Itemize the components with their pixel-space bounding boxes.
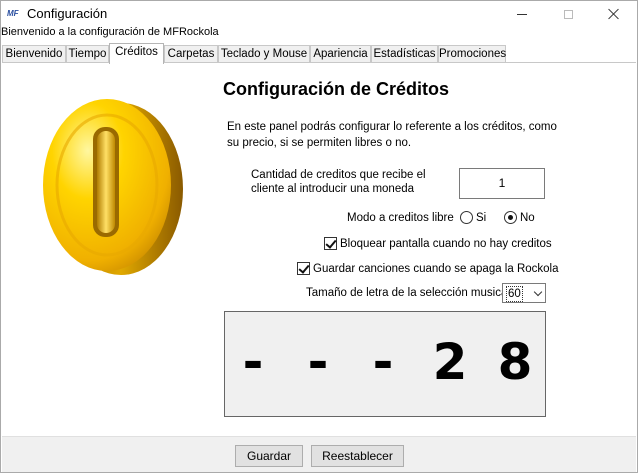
preview-digit: - bbox=[372, 333, 394, 391]
minimize-button[interactable] bbox=[499, 1, 545, 27]
title-bar[interactable]: MF Configuración bbox=[1, 1, 637, 27]
panel-description: En este panel podrás configurar lo refer… bbox=[227, 121, 557, 149]
tab-promociones[interactable]: Promociones bbox=[438, 45, 506, 63]
free-mode-no-label: No bbox=[520, 211, 535, 224]
gold-coin-image bbox=[43, 99, 183, 275]
tab-apariencia[interactable]: Apariencia bbox=[310, 45, 371, 63]
checkbox-checked-icon bbox=[297, 262, 310, 275]
lock-screen-label: Bloquear pantalla cuando no hay creditos bbox=[340, 237, 552, 250]
preview-digit: 8 bbox=[497, 333, 533, 391]
reset-button[interactable]: Reestablecer bbox=[311, 445, 404, 467]
save-songs-checkbox[interactable]: Guardar canciones cuando se apaga la Roc… bbox=[297, 262, 559, 275]
tab-teclado-mouse[interactable]: Teclado y Mouse bbox=[218, 45, 310, 63]
panel-heading: Configuración de Créditos bbox=[223, 79, 450, 99]
chevron-down-icon bbox=[533, 287, 543, 297]
font-size-label: Tamaño de letra de la selección musical bbox=[306, 287, 510, 299]
preview-digit: 2 bbox=[432, 333, 468, 391]
radio-checked-icon bbox=[504, 211, 517, 224]
preview-digit: - bbox=[242, 333, 264, 391]
selection-preview-display: - - - 2 8 bbox=[224, 311, 546, 417]
tab-bienvenido[interactable]: Bienvenido bbox=[2, 45, 66, 63]
app-logo-icon: MF bbox=[7, 9, 19, 18]
credits-per-coin-input[interactable]: 1 bbox=[459, 168, 545, 199]
save-songs-label: Guardar canciones cuando se apaga la Roc… bbox=[313, 262, 559, 275]
tab-estadisticas[interactable]: Estadísticas bbox=[371, 45, 438, 63]
welcome-label: Bienvenido a la configuración de MFRocko… bbox=[1, 26, 219, 38]
maximize-icon bbox=[563, 9, 573, 19]
radio-unchecked-icon bbox=[460, 211, 473, 224]
window-title: Configuración bbox=[27, 6, 108, 21]
save-button[interactable]: Guardar bbox=[235, 445, 303, 467]
tab-tiempo[interactable]: Tiempo bbox=[66, 45, 109, 63]
free-mode-si-radio[interactable]: Si bbox=[460, 211, 486, 224]
maximize-button[interactable] bbox=[545, 1, 591, 27]
tab-strip: Bienvenido Tiempo Créditos Carpetas Tecl… bbox=[1, 43, 637, 64]
font-size-value: 60 bbox=[506, 286, 523, 302]
close-button[interactable] bbox=[591, 1, 637, 27]
preview-digit: - bbox=[307, 333, 329, 391]
tab-creditos[interactable]: Créditos bbox=[109, 43, 164, 64]
lock-screen-checkbox[interactable]: Bloquear pantalla cuando no hay creditos bbox=[324, 237, 552, 250]
credits-per-coin-label: Cantidad de creditos que recibe el clien… bbox=[251, 169, 426, 195]
config-window: MF Configuración Bienvenido a la configu… bbox=[0, 0, 638, 473]
checkbox-checked-icon bbox=[324, 237, 337, 250]
tab-carpetas[interactable]: Carpetas bbox=[164, 45, 218, 63]
font-size-select[interactable]: 60 bbox=[502, 283, 546, 303]
free-mode-label: Modo a creditos libre bbox=[347, 212, 454, 224]
close-icon bbox=[608, 8, 620, 20]
free-mode-no-radio[interactable]: No bbox=[504, 211, 535, 224]
free-mode-si-label: Si bbox=[476, 211, 487, 224]
minimize-icon bbox=[517, 13, 527, 15]
